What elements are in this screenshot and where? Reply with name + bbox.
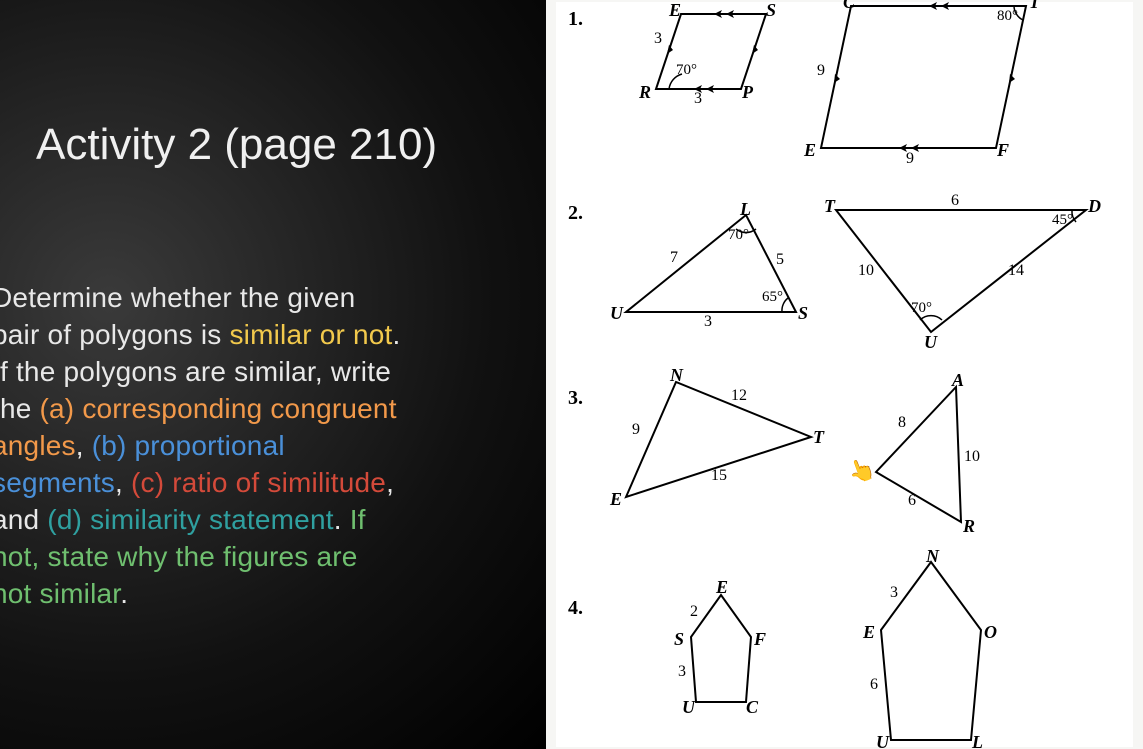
dim-SU: 3 xyxy=(678,663,686,681)
dim-EU: 6 xyxy=(870,676,878,694)
triangle-asr xyxy=(846,372,1026,532)
instr-ifnot: If xyxy=(350,504,366,535)
dim-DU: 14 xyxy=(1008,262,1024,280)
dim-RP: 3 xyxy=(694,90,702,108)
dim-ER: 3 xyxy=(654,30,662,48)
vertex-O: O xyxy=(984,622,997,643)
vertex-T: T xyxy=(1029,0,1040,13)
angle-D: 45° xyxy=(1052,212,1073,229)
fig-2-right: T D U 6 10 14 45° 70° xyxy=(816,192,1116,352)
instr-part-c: (c) ratio of similitude xyxy=(131,467,386,498)
fig-2-left: L U S 7 5 3 70° 65° xyxy=(596,197,816,337)
instr-text: , xyxy=(386,467,394,498)
instr-text: . xyxy=(120,578,128,609)
worksheet-panel: 1. E S P R 3 3 70° xyxy=(546,0,1143,749)
vertex-T: T xyxy=(813,427,824,448)
angle-U: 70° xyxy=(911,300,932,317)
question-number-1: 1. xyxy=(568,8,583,31)
instr-text: , xyxy=(76,430,92,461)
vertex-P: P xyxy=(742,82,753,103)
vertex-F: F xyxy=(754,629,766,650)
vertex-F: F xyxy=(997,140,1009,161)
vertex-U: U xyxy=(610,303,623,324)
dim-TD: 6 xyxy=(951,192,959,210)
vertex-C: C xyxy=(843,0,855,13)
vertex-R: R xyxy=(963,516,975,537)
instr-text: the polygons are similar, write xyxy=(16,356,391,387)
instr-text: pair of polygons is xyxy=(0,319,229,350)
triangle-net xyxy=(596,367,826,517)
dim-CE: 9 xyxy=(817,62,825,80)
instr-text: If xyxy=(0,356,16,387)
dim-AR: 10 xyxy=(964,448,980,466)
vertex-C: C xyxy=(746,697,758,718)
dim-NT: 12 xyxy=(731,387,747,405)
instr-part-d: (d) similarity statement xyxy=(47,504,333,535)
vertex-T: T xyxy=(824,196,835,217)
dim-SE: 2 xyxy=(690,603,698,621)
instr-ifnot: not, state why the figures are xyxy=(0,541,358,572)
instr-highlight-similar: similar or not xyxy=(229,319,392,350)
angle-S: 65° xyxy=(762,289,783,306)
question-number-4: 4. xyxy=(568,597,583,620)
vertex-E: E xyxy=(863,622,875,643)
dim-EN: 3 xyxy=(890,584,898,602)
instructions-block: Determine whether the given pair of poly… xyxy=(0,280,401,613)
vertex-N: N xyxy=(670,365,683,386)
question-number-3: 3. xyxy=(568,387,583,410)
instr-part-a: (a) corresponding congruent xyxy=(40,393,397,424)
slide-panel: Activity 2 (page 210) Determine whether … xyxy=(0,0,546,749)
vertex-L: L xyxy=(972,732,983,749)
dim-EN: 9 xyxy=(632,421,640,439)
pentagon-enolu xyxy=(836,550,1026,745)
instr-text: , xyxy=(115,467,131,498)
vertex-U: U xyxy=(924,332,937,353)
dim-US: 3 xyxy=(704,313,712,331)
vertex-U: U xyxy=(682,697,695,718)
parallelogram-ctfe xyxy=(801,0,1071,168)
dim-SR: 6 xyxy=(908,492,916,510)
worksheet-page: 1. E S P R 3 3 70° xyxy=(556,2,1133,747)
vertex-E: E xyxy=(804,140,816,161)
instr-text: . xyxy=(334,504,350,535)
vertex-S: S xyxy=(798,303,808,324)
dim-ET: 15 xyxy=(711,467,727,485)
vertex-R: R xyxy=(639,82,651,103)
vertex-A: A xyxy=(952,370,964,391)
angle-T: 80° xyxy=(997,8,1018,25)
dim-SA: 8 xyxy=(898,414,906,432)
fig-4-right: N O L U E 3 6 xyxy=(836,550,1026,745)
vertex-L: L xyxy=(740,199,751,220)
fig-3-right: A S R 8 10 6 👆 xyxy=(846,372,1026,532)
fig-1-left: E S P R 3 3 70° xyxy=(606,2,796,122)
instr-part-b: segments xyxy=(0,467,115,498)
dim-TU: 10 xyxy=(858,262,874,280)
vertex-E: E xyxy=(610,489,622,510)
instr-text: . xyxy=(393,319,401,350)
fig-3-left: N T E 9 12 15 xyxy=(596,367,826,517)
vertex-N: N xyxy=(926,546,939,567)
dim-UL: 7 xyxy=(670,249,678,267)
angle-L: 70° xyxy=(728,227,749,244)
question-number-2: 2. xyxy=(568,202,583,225)
dim-LS: 5 xyxy=(776,251,784,269)
fig-1-right: C T F E 9 9 80° xyxy=(801,0,1071,168)
pentagon-sefcu xyxy=(646,577,796,727)
vertex-S: S xyxy=(766,0,776,21)
vertex-U: U xyxy=(876,732,889,749)
angle-R: 70° xyxy=(676,62,697,79)
slide-title: Activity 2 (page 210) xyxy=(36,120,437,170)
instr-text: the xyxy=(0,393,40,424)
instr-part-a: angles xyxy=(0,430,76,461)
instr-text: and xyxy=(0,504,47,535)
vertex-S: S xyxy=(674,629,684,650)
vertex-E: E xyxy=(669,0,681,21)
vertex-D: D xyxy=(1088,196,1101,217)
instr-text: Determine whether the given xyxy=(0,282,355,313)
instr-part-b: (b) proportional xyxy=(92,430,285,461)
instr-ifnot: not similar xyxy=(0,578,120,609)
vertex-E: E xyxy=(716,577,728,598)
fig-4-left: E F C U S 2 3 xyxy=(646,577,796,727)
dim-EF: 9 xyxy=(906,150,914,168)
